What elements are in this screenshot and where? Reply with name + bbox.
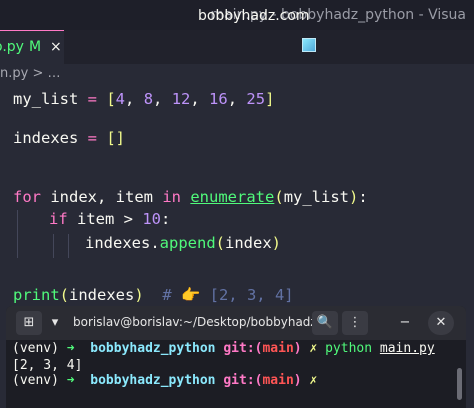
tab-label: o.py — [0, 39, 24, 55]
terminal-line-3: (venv) ➜ bobbyhadz_python git:(main) ✗ — [12, 373, 318, 388]
breadcrumb-text: n.py > … — [0, 66, 61, 81]
cube-icon — [302, 38, 316, 52]
terminal-panel[interactable]: ⊞ ▾ borislav@borislav:~/Desktop/bobbyhad… — [6, 306, 466, 408]
chevron-down-icon[interactable]: ▾ — [42, 311, 68, 335]
tab-close-icon[interactable]: × — [50, 31, 62, 63]
code-line-7: if item > 10: — [49, 210, 171, 228]
code-line-8: indexes.append(index) — [85, 234, 282, 252]
search-icon[interactable]: 🔍 — [312, 311, 338, 335]
terminal-scrollbar[interactable] — [457, 368, 462, 400]
indent-guide — [17, 210, 18, 258]
terminal-title: borislav@borislav:~/Desktop/bobbyhadz_..… — [73, 315, 335, 329]
terminal-header: ⊞ ▾ borislav@borislav:~/Desktop/bobbyhad… — [6, 306, 466, 340]
minimize-icon[interactable]: − — [392, 311, 418, 335]
terminal-line-1: (venv) ➜ bobbyhadz_python git:(main) ✗ p… — [12, 341, 435, 356]
watermark-text: bobbyhadz.com — [198, 8, 310, 24]
menu-icon[interactable]: ⋮ — [342, 311, 368, 335]
code-editor[interactable]: my_list = [4, 8, 12, 16, 25] indexes = [… — [0, 86, 474, 306]
indent-guide — [68, 234, 69, 258]
code-line-3: indexes = [] — [13, 129, 125, 147]
breadcrumb[interactable]: n.py > … — [0, 66, 60, 86]
tab-modified-badge: M — [29, 39, 42, 55]
new-tab-icon[interactable]: ⊞ — [16, 311, 42, 335]
code-line-1: my_list = [4, 8, 12, 16, 25] — [13, 90, 275, 108]
code-line-11: print(indexes) # 👉️ [2, 3, 4] — [13, 286, 294, 304]
editor-tab-bar: o.py M × — [0, 30, 474, 64]
tab-main-py[interactable]: o.py M × — [0, 30, 64, 64]
close-icon[interactable]: ✕ — [428, 311, 454, 335]
indent-guide — [53, 234, 54, 258]
